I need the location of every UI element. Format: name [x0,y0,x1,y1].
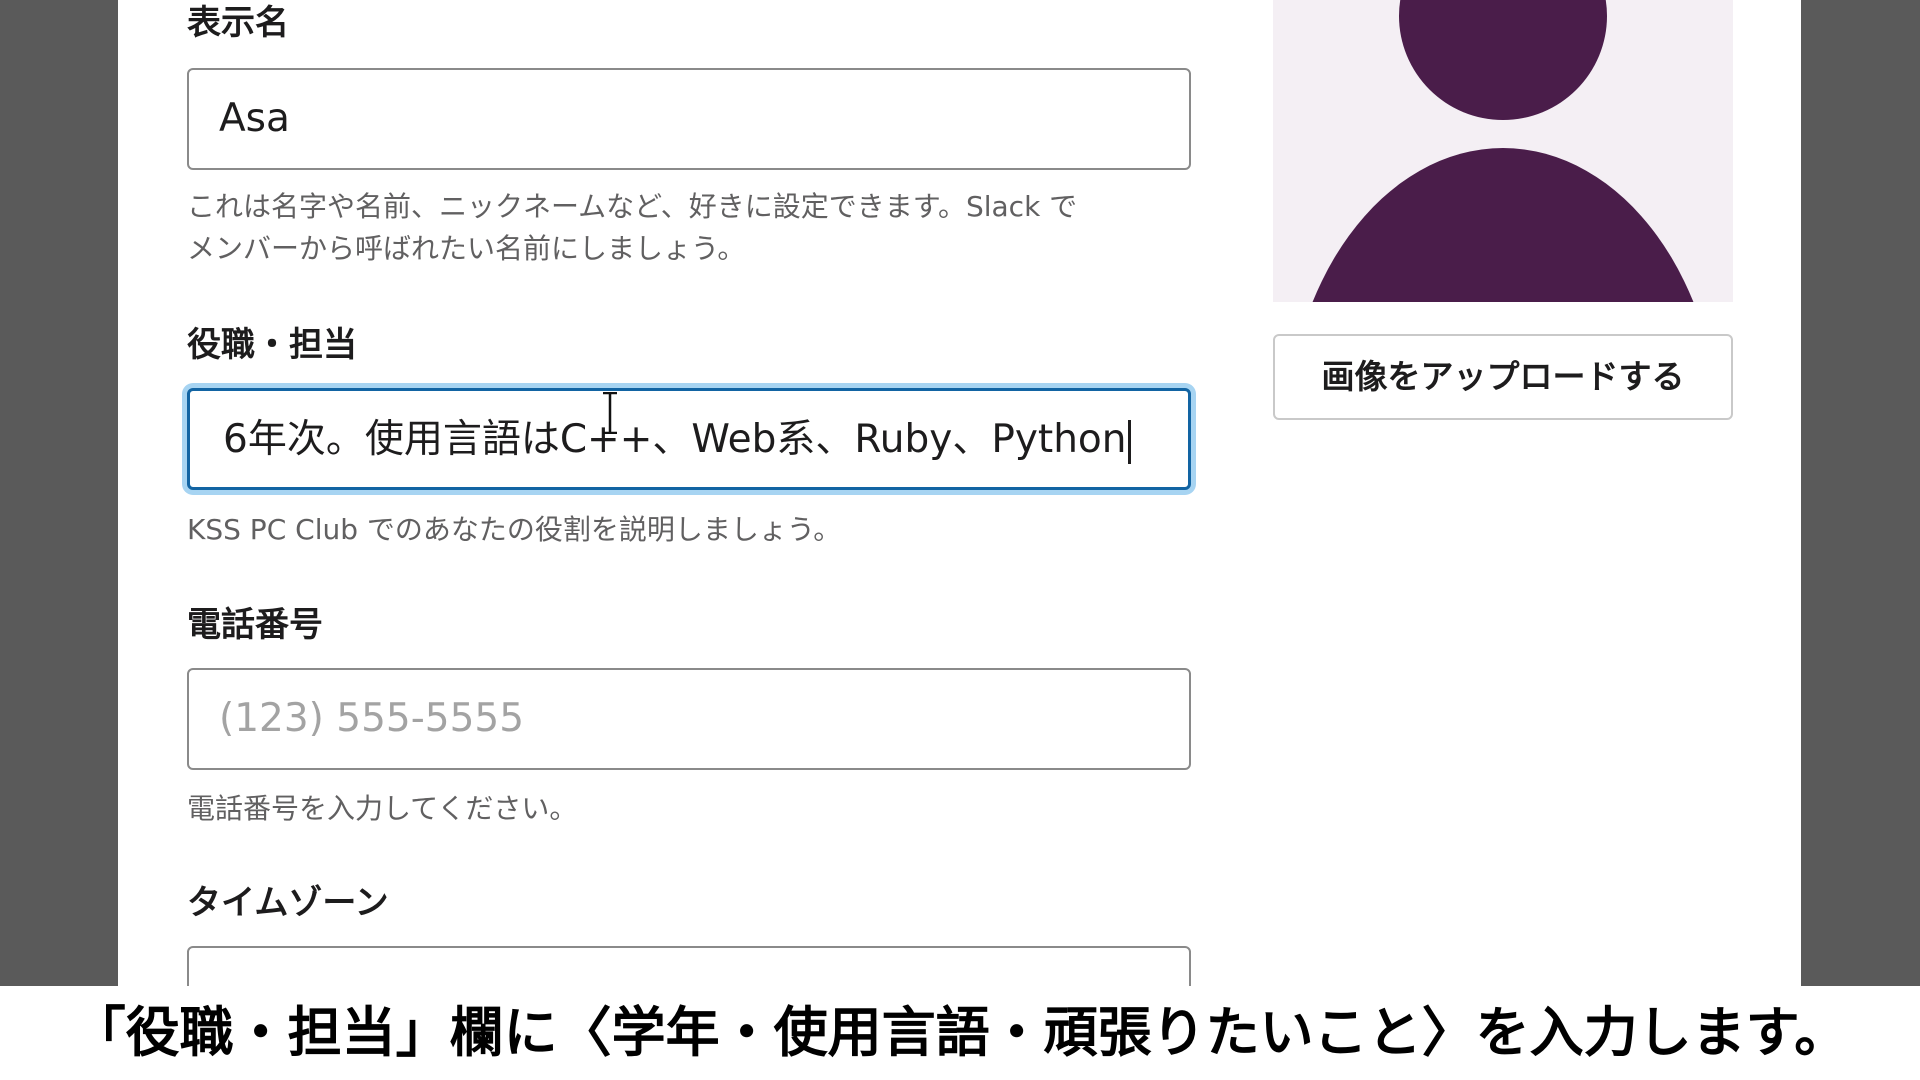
text-caret [1127,419,1131,464]
phone-placeholder: (123) 555-5555 [219,696,525,741]
timezone-label: タイムゾーン [187,883,389,923]
display-name-hint-line2: メンバーから呼ばれたい名前にしましょう。 [187,232,746,265]
phone-input[interactable]: (123) 555-5555 [187,668,1191,770]
user-silhouette-body [1285,148,1721,302]
display-name-input[interactable]: Asa [187,68,1191,170]
display-name-label: 表示名 [187,3,289,43]
display-name-hint-line1: これは名字や名前、ニックネームなど、好きに設定できます。Slack で [187,190,1078,223]
role-hint: KSS PC Club でのあなたの役割を説明しましょう。 [187,513,842,546]
phone-hint: 電話番号を入力してください。 [187,792,578,825]
role-value: 6年次。使用言語はC++、Web系、Ruby、Python [223,417,1127,462]
phone-label: 電話番号 [187,605,323,645]
upload-image-button[interactable]: 画像をアップロードする [1273,334,1733,420]
role-label: 役職・担当 [187,325,357,365]
timezone-select[interactable] [187,946,1191,986]
user-silhouette-head [1399,0,1607,120]
role-input[interactable]: 6年次。使用言語はC++、Web系、Ruby、Python [187,388,1191,490]
video-caption: 「役職・担当」欄に〈学年・使用言語・頑張りたいこと〉を入力します。 [0,986,1920,1080]
display-name-value: Asa [219,96,290,141]
i-beam-cursor-icon [603,392,617,434]
edit-profile-panel: 表示名 Asa これは名字や名前、ニックネームなど、好きに設定できます。Slac… [118,0,1801,986]
profile-photo [1273,0,1733,302]
